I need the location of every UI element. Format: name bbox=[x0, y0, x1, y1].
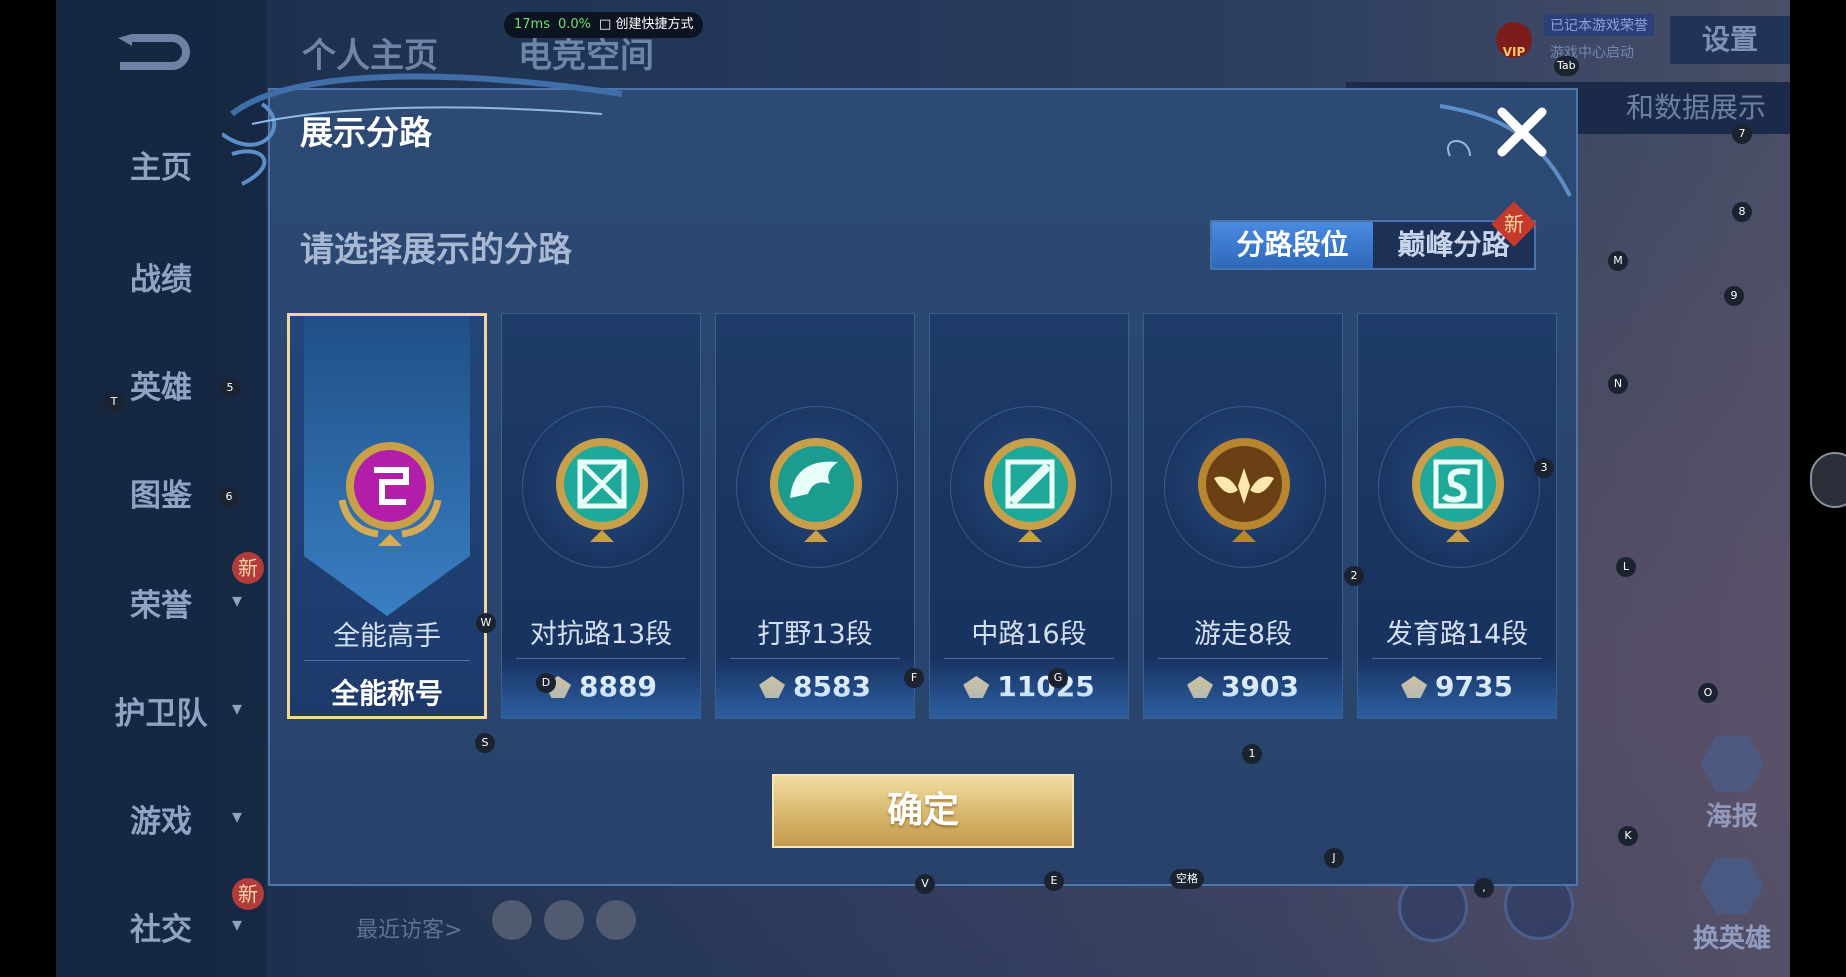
avatar[interactable] bbox=[596, 900, 636, 940]
chevron-down-icon: ▾ bbox=[231, 912, 242, 936]
tab-lane-rank[interactable]: 分路段位 bbox=[1212, 222, 1373, 268]
poster-button[interactable]: 海报 bbox=[1692, 736, 1772, 833]
clash-lane-emblem-icon bbox=[556, 438, 648, 542]
lane-label: 中路16段 bbox=[971, 619, 1087, 650]
recent-visitors-link[interactable]: 最近访客> bbox=[356, 912, 462, 944]
lane-label: 发育路14段 bbox=[1385, 619, 1529, 650]
hotkey-tab: Tab bbox=[1554, 56, 1579, 76]
dialog-title: 展示分路 bbox=[300, 113, 432, 152]
hotkey-5: 5 bbox=[220, 378, 240, 398]
lane-label: 全能高手 bbox=[333, 621, 441, 652]
hotkey-k: K bbox=[1618, 826, 1638, 846]
new-badge: 新 bbox=[232, 878, 264, 910]
settings-button[interactable]: 设置▾ bbox=[1670, 16, 1790, 64]
close-icon[interactable] bbox=[1494, 104, 1550, 160]
lane-label: 游走8段 bbox=[1193, 619, 1293, 650]
hotkey-7: 7 bbox=[1732, 124, 1752, 144]
avatar[interactable] bbox=[544, 900, 584, 940]
divider bbox=[304, 660, 470, 661]
create-shortcut-link[interactable]: 创建快捷方式 bbox=[615, 17, 693, 32]
hotkey-o: O bbox=[1698, 683, 1718, 703]
farm-lane-emblem-icon bbox=[1412, 438, 1504, 542]
hotkey-f: F bbox=[904, 668, 924, 688]
sidebar-item-honor[interactable]: 荣誉 ▾ bbox=[56, 580, 266, 625]
new-badge: 新 bbox=[232, 552, 264, 584]
hotkey-8: 8 bbox=[1732, 202, 1752, 222]
chevron-down-icon: ▾ bbox=[231, 804, 242, 828]
hotkey-9: 9 bbox=[1724, 286, 1744, 306]
hotkey-d: D bbox=[536, 673, 556, 693]
avatar[interactable] bbox=[492, 900, 532, 940]
swap-hero-icon bbox=[1700, 858, 1764, 914]
hotkey-v: V bbox=[915, 874, 935, 894]
card-glow bbox=[502, 658, 700, 718]
roam-wings-emblem-icon bbox=[1198, 438, 1290, 542]
hotkey-3: 3 bbox=[1534, 458, 1554, 478]
sidebar-item-social[interactable]: 社交 ▾ bbox=[56, 904, 266, 949]
lane-card-roam[interactable]: 游走8段 3903 bbox=[1143, 313, 1343, 719]
poster-icon bbox=[1700, 736, 1764, 792]
hotkey-l: L bbox=[1616, 557, 1636, 577]
chevron-down-icon: ▾ bbox=[231, 588, 242, 612]
hotkey-2: 2 bbox=[1344, 566, 1364, 586]
lane-card-allround[interactable]: 全能高手 全能称号 bbox=[287, 313, 487, 719]
swap-hero-button[interactable]: 换英雄 bbox=[1692, 858, 1772, 955]
hotkey-6: 6 bbox=[219, 487, 239, 507]
floating-handle[interactable] bbox=[1810, 452, 1846, 508]
hotkey-e: E bbox=[1044, 871, 1064, 891]
lane-card-clash[interactable]: 对抗路13段 8889 bbox=[501, 313, 701, 719]
back-arrow-icon[interactable] bbox=[112, 30, 196, 74]
lane-tab-group: 分路段位 巅峰分路 bbox=[1210, 220, 1536, 270]
lane-label: 打野13段 bbox=[757, 619, 873, 650]
hotkey-m: M bbox=[1608, 251, 1628, 271]
vip-icon[interactable]: VIP bbox=[1496, 22, 1532, 59]
lane-label: 对抗路13段 bbox=[529, 619, 673, 650]
hotkey-n: N bbox=[1608, 374, 1628, 394]
chevron-down-icon: ▾ bbox=[231, 696, 242, 720]
hotkey-t: T bbox=[104, 392, 124, 412]
confirm-button[interactable]: 确定 bbox=[772, 774, 1074, 848]
lane-card-farm[interactable]: 发育路14段 9735 bbox=[1357, 313, 1557, 719]
hotkey-w: W bbox=[476, 613, 496, 633]
card-glow bbox=[1358, 658, 1556, 718]
lane-card-jungle[interactable]: 打野13段 8583 bbox=[715, 313, 915, 719]
sidebar-item-record[interactable]: 战绩 bbox=[56, 254, 266, 299]
sidebar-item-guard[interactable]: 护卫队 ▾ bbox=[56, 688, 266, 733]
hotkey-space: 空格 bbox=[1170, 869, 1204, 889]
perf-overlay: 17ms 0.0% □ 创建快捷方式 bbox=[504, 12, 704, 38]
sidebar-item-games[interactable]: 游戏 ▾ bbox=[56, 796, 266, 841]
lane-card-mid[interactable]: 中路16段 11025 bbox=[929, 313, 1129, 719]
card-glow bbox=[930, 658, 1128, 718]
card-glow bbox=[1144, 658, 1342, 718]
hotkey-s: S bbox=[475, 733, 495, 753]
dialog-prompt: 请选择展示的分路 bbox=[300, 230, 572, 270]
jungle-dragon-emblem-icon bbox=[770, 438, 862, 542]
cloud-swirl-decoration bbox=[222, 73, 623, 186]
shortcut-icon: □ bbox=[599, 17, 616, 32]
hotkey-j: J bbox=[1324, 848, 1344, 868]
card-glow bbox=[716, 658, 914, 718]
mid-lane-emblem-icon bbox=[984, 438, 1076, 542]
vip-tag: 已记本游戏荣誉 bbox=[1544, 14, 1654, 36]
hotkey-1: 1 bbox=[1242, 744, 1262, 764]
hotkey-comma: , bbox=[1474, 878, 1494, 898]
lane-score: 全能称号 bbox=[330, 677, 443, 710]
purple-versatile-emblem-icon bbox=[338, 442, 442, 546]
hotkey-g: G bbox=[1048, 668, 1068, 688]
